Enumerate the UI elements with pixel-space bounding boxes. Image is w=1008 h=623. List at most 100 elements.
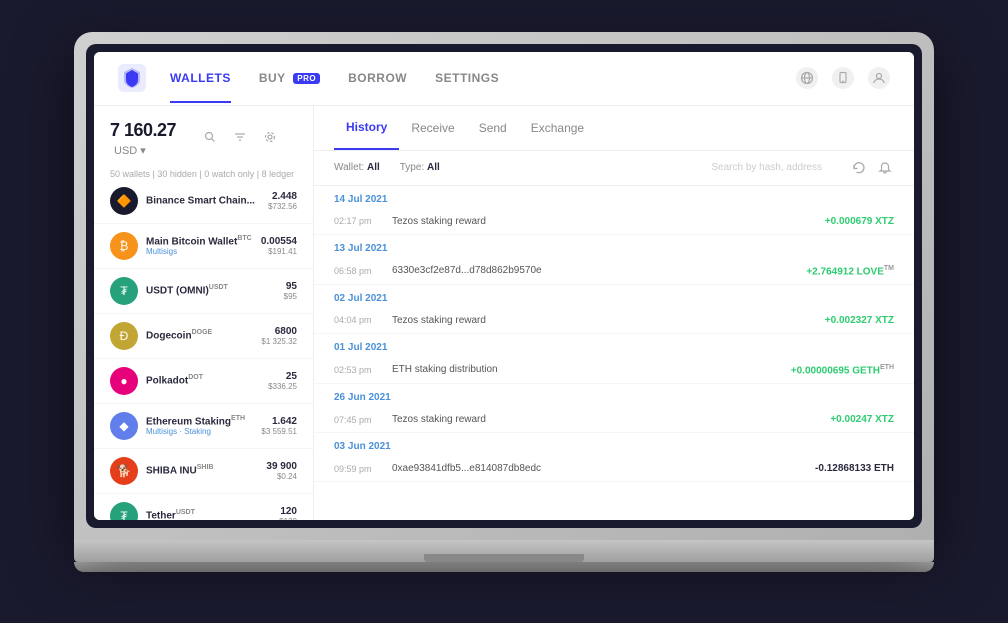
wallet-fiat: $336.25 xyxy=(268,382,297,391)
balance-currency[interactable]: USD ▾ xyxy=(114,145,146,157)
nav-bar: WALLETS BUY PRO BORROW SETTINGS xyxy=(94,52,914,106)
wallet-name: Ethereum StakingETH xyxy=(146,415,261,427)
total-balance: 7 160.27 xyxy=(110,120,176,140)
wallet-info: Binance Smart Chain... xyxy=(146,194,268,206)
main-content: 7 160.27 USD ▾ xyxy=(94,106,914,520)
amount-sub: TM xyxy=(884,265,894,272)
history-row[interactable]: 04:04 pm Tezos staking reward +0.002327 … xyxy=(314,308,914,334)
wallet-balance: 1.642 xyxy=(261,416,297,427)
wallet-icon: ₮ xyxy=(110,277,138,305)
wallet-item[interactable]: ◆ Ethereum StakingETH Multisigs · Stakin… xyxy=(94,404,313,449)
wallet-item[interactable]: 🐕 SHIBA INUSHIB 39 900 $0.24 xyxy=(94,449,313,494)
wallet-ticker: DOGE xyxy=(192,329,213,336)
wallet-amounts: 6800 $1 325.32 xyxy=(261,326,297,346)
wallet-item[interactable]: ₮ TetherUSDT 120 $120 xyxy=(94,494,313,520)
history-amount: +0.000679 XTZ xyxy=(825,216,894,227)
wallet-info: DogecoinDOGE xyxy=(146,329,261,341)
wallet-ticker: USDT xyxy=(176,509,195,516)
refresh-icon-btn[interactable] xyxy=(850,159,868,177)
wallet-icon: Ð xyxy=(110,322,138,350)
nav-tab-borrow[interactable]: BORROW xyxy=(348,53,407,103)
search-filter[interactable]: Search by hash, address xyxy=(711,162,822,173)
history-amount: +0.00000695 GETHETH xyxy=(791,364,894,376)
sidebar-actions xyxy=(183,122,297,156)
nav-tab-buy[interactable]: BUY PRO xyxy=(259,53,320,103)
wallet-item[interactable]: ● PolkadotDOT 25 $336.25 xyxy=(94,359,313,404)
wallet-name: Main Bitcoin WalletBTC xyxy=(146,235,261,247)
nav-tabs: WALLETS BUY PRO BORROW SETTINGS xyxy=(170,53,796,103)
laptop-body: WALLETS BUY PRO BORROW SETTINGS xyxy=(74,32,934,540)
user-icon-btn[interactable] xyxy=(868,67,890,89)
wallet-item[interactable]: ₿ Main Bitcoin WalletBTC Multisigs 0.005… xyxy=(94,224,313,269)
refresh-icon xyxy=(852,161,866,175)
wallet-list: 🔶 Binance Smart Chain... 2.448 $732.56 ₿… xyxy=(94,179,313,520)
wallet-icon: ₿ xyxy=(110,232,138,260)
wallet-balance: 25 xyxy=(268,371,297,382)
wallet-amounts: 0.00554 $191.41 xyxy=(261,236,297,256)
history-desc: Tezos staking reward xyxy=(392,216,825,227)
history-row[interactable]: 06:58 pm 6330e3cf2e87d...d78d862b9570e +… xyxy=(314,258,914,285)
history-row[interactable]: 07:45 pm Tezos staking reward +0.00247 X… xyxy=(314,407,914,433)
search-icon xyxy=(204,131,216,143)
panel-tab-exchange[interactable]: Exchange xyxy=(519,107,596,149)
nav-tab-settings[interactable]: SETTINGS xyxy=(435,53,499,103)
history-time: 07:45 pm xyxy=(334,415,384,425)
panel-tab-history[interactable]: History xyxy=(334,106,399,150)
right-panel: HistoryReceiveSendExchange Wallet: All T… xyxy=(314,106,914,520)
date-group-header: 02 Jul 2021 xyxy=(314,285,914,308)
settings-btn[interactable] xyxy=(259,126,281,148)
history-amount: +0.00247 XTZ xyxy=(830,414,894,425)
wallet-name: Binance Smart Chain... xyxy=(146,194,268,206)
type-filter[interactable]: Type: All xyxy=(400,162,440,173)
history-desc: Tezos staking reward xyxy=(392,414,830,425)
wallet-ticker: USDT xyxy=(209,284,228,291)
history-time: 09:59 pm xyxy=(334,464,384,474)
search-btn[interactable] xyxy=(199,126,221,148)
date-group-header: 26 Jun 2021 xyxy=(314,384,914,407)
nav-icons xyxy=(796,67,890,89)
history-row[interactable]: 02:17 pm Tezos staking reward +0.000679 … xyxy=(314,209,914,235)
wallet-item[interactable]: 🔶 Binance Smart Chain... 2.448 $732.56 xyxy=(94,179,313,224)
history-row[interactable]: 02:53 pm ETH staking distribution +0.000… xyxy=(314,357,914,384)
history-amount: +0.002327 XTZ xyxy=(825,315,894,326)
wallet-amounts: 1.642 $3 559.51 xyxy=(261,416,297,436)
filter-btn[interactable] xyxy=(229,126,251,148)
globe-icon-btn[interactable] xyxy=(796,67,818,89)
panel-tab-send[interactable]: Send xyxy=(467,107,519,149)
bell-icon xyxy=(878,161,892,175)
wallet-icon: ₮ xyxy=(110,502,138,520)
laptop-bottom xyxy=(74,540,934,562)
filter-icon xyxy=(234,131,246,143)
amount-sub: ETH xyxy=(880,364,894,371)
wallet-item[interactable]: ₮ USDT (OMNI)USDT 95 $95 xyxy=(94,269,313,314)
wallet-amounts: 120 $120 xyxy=(279,506,297,520)
wallet-name: TetherUSDT xyxy=(146,509,279,519)
wallet-filter[interactable]: Wallet: All xyxy=(334,162,380,173)
history-desc: 6330e3cf2e87d...d78d862b9570e xyxy=(392,265,806,276)
app-container: WALLETS BUY PRO BORROW SETTINGS xyxy=(94,52,914,520)
nav-tab-wallets[interactable]: WALLETS xyxy=(170,53,231,103)
wallet-fiat: $95 xyxy=(284,292,297,301)
panel-tab-receive[interactable]: Receive xyxy=(399,107,466,149)
history-row[interactable]: 09:59 pm 0xae93841dfb5...e814087db8edc -… xyxy=(314,456,914,482)
wallet-name: USDT (OMNI)USDT xyxy=(146,284,284,296)
wallet-item[interactable]: Ð DogecoinDOGE 6800 $1 325.32 xyxy=(94,314,313,359)
wallet-fiat: $3 559.51 xyxy=(261,427,297,436)
wallet-balance: 0.00554 xyxy=(261,236,297,247)
wallet-sub: Multisigs xyxy=(146,247,261,256)
history-list: 14 Jul 2021 02:17 pm Tezos staking rewar… xyxy=(314,186,914,520)
notification-icon-btn[interactable] xyxy=(876,159,894,177)
history-time: 04:04 pm xyxy=(334,315,384,325)
wallet-ticker: ETH xyxy=(231,415,245,422)
phone-icon-btn[interactable] xyxy=(832,67,854,89)
wallet-sub: Multisigs · Staking xyxy=(146,427,261,436)
wallet-amounts: 95 $95 xyxy=(284,281,297,301)
history-desc: 0xae93841dfb5...e814087db8edc xyxy=(392,463,815,474)
wallet-amounts: 2.448 $732.56 xyxy=(268,191,297,211)
wallet-info: TetherUSDT xyxy=(146,509,279,519)
globe-icon xyxy=(800,71,814,85)
sidebar-header: 7 160.27 USD ▾ xyxy=(94,106,313,167)
screen: WALLETS BUY PRO BORROW SETTINGS xyxy=(94,52,914,520)
wallet-fiat: $120 xyxy=(279,517,297,520)
wallet-ticker: BTC xyxy=(237,235,251,242)
